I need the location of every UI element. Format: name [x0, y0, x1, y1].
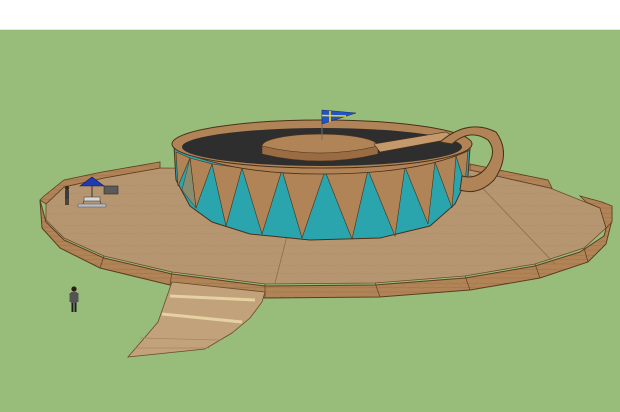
- sketch-viewport[interactable]: [0, 0, 620, 412]
- sky: [0, 0, 620, 30]
